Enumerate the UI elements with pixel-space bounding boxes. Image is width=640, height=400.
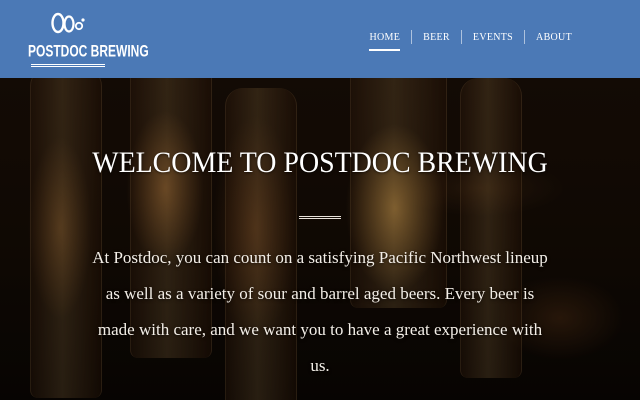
nav-item-about[interactable]: ABOUT [536,32,572,43]
nav-separator [460,30,462,44]
hero-description: At Postdoc, you can count on a satisfyin… [92,248,548,375]
nav-item-beer[interactable]: BEER [423,32,450,43]
title-divider [299,216,341,219]
hero-section: WELCOME TO POSTDOC BREWING At Postdoc, y… [0,78,640,400]
main-nav: HOME BEER EVENTS ABOUT [369,30,572,51]
nav-item-home[interactable]: HOME [369,32,400,51]
brand-name: POSTDOC BREWING [28,41,149,61]
nav-separator [411,30,413,44]
logo-underline [31,64,105,67]
hero-title: WELCOME TO POSTDOC BREWING [92,146,548,179]
site-logo[interactable]: POSTDOC BREWING [28,10,149,68]
nav-item-events[interactable]: EVENTS [473,32,513,43]
bubbles-logo-icon [51,12,85,34]
site-header: POSTDOC BREWING HOME BEER EVENTS ABOUT [0,0,640,78]
nav-separator [524,30,526,44]
